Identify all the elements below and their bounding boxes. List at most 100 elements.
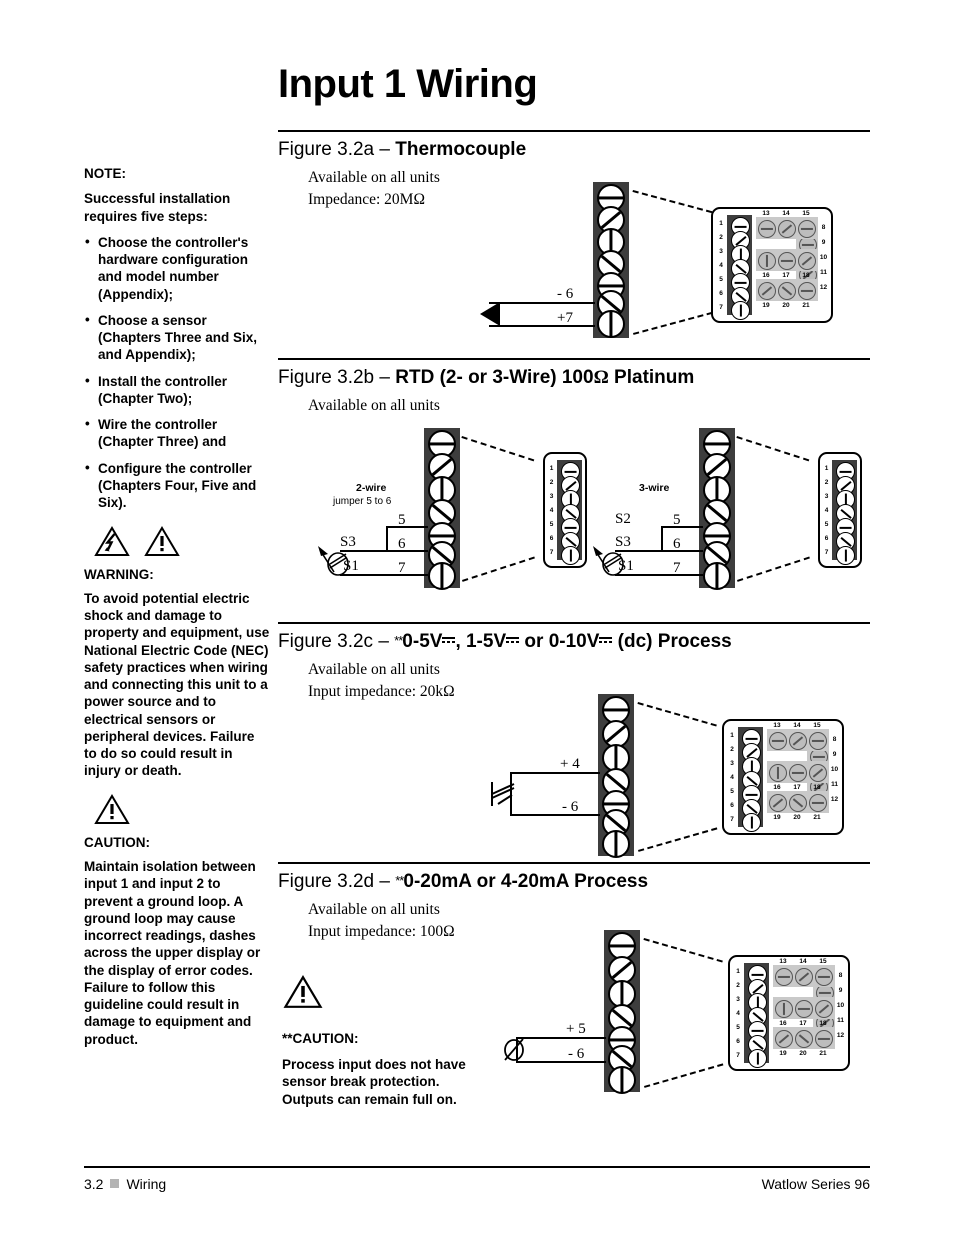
terminal-label-5: 5	[398, 512, 406, 528]
panel-terminal-number: 13	[779, 958, 787, 965]
panel-terminal-number: 9	[821, 239, 826, 246]
wire-label-positive: + 4	[560, 756, 580, 772]
panel-terminal-screw	[815, 1030, 833, 1048]
panel-terminal-number: 1	[736, 968, 740, 975]
panel-terminal-number: 10	[836, 1002, 845, 1009]
wire-lead-positive	[489, 325, 595, 327]
panel-terminal-number: 18	[813, 784, 821, 791]
controller-panel-3wire: 1 2 3 4 5 6 7	[818, 452, 862, 568]
figure-c-title-3: or 0-10V	[519, 631, 600, 652]
label-2wire-sub: jumper 5 to 6	[333, 496, 392, 507]
figure-a-label: Figure 3.2a –	[278, 139, 396, 160]
panel-terminal-screw	[795, 1000, 813, 1018]
panel-terminal-number: 2	[719, 234, 723, 241]
list-item: • Choose a sensor (Chapters Three and Si…	[84, 312, 270, 364]
figure-c-label: Figure 3.2c –	[278, 631, 395, 652]
panel-terminal-number: 2	[549, 479, 554, 486]
list-item: • Install the controller (Chapter Two);	[84, 373, 270, 408]
figure-b-heading: Figure 3.2b – RTD (2- or 3-Wire) 100Ω Pl…	[278, 367, 870, 389]
wire-t5	[386, 526, 428, 528]
panel-terminal-number: 18	[819, 1020, 827, 1027]
panel-terminal-screw	[836, 546, 855, 565]
footer-page-number: 3.2	[84, 1176, 104, 1192]
panel-terminal-number: 16	[762, 272, 770, 279]
panel-terminal-screw	[742, 813, 761, 832]
panel-terminal-screw	[798, 252, 816, 270]
panel-terminal-screw	[775, 1000, 793, 1018]
leader-line	[637, 702, 717, 727]
list-item: • Configure the controller (Chapters Fou…	[84, 460, 270, 512]
panel-terminal-screw	[809, 732, 827, 750]
controller-panel-figure-d: 1 2 3 4 5 6 7 8 9 10 11 12 13 14 15 16 17 18 19 20 21	[728, 955, 850, 1071]
panel-terminal-number: 8	[838, 972, 843, 979]
bullet-icon: •	[85, 311, 90, 327]
panel-terminal-number: 12	[836, 1032, 845, 1039]
controller-panel-2wire: 1 2 3 4 5 6 7	[543, 452, 587, 568]
panel-terminal-number: 5	[730, 788, 734, 795]
panel-terminal-number: 20	[799, 1050, 807, 1057]
panel-terminal-number: 13	[773, 722, 781, 729]
panel-terminal-number: 2	[824, 479, 829, 486]
panel-terminal-number: 17	[799, 1020, 807, 1027]
panel-terminal-screw	[789, 732, 807, 750]
bullet-icon: •	[85, 233, 90, 249]
wire-jumper-5-6	[386, 526, 388, 552]
panel-terminal-screw	[798, 282, 816, 300]
panel-terminal-screw	[789, 794, 807, 812]
figure-d-caution-block: **CAUTION: Process input does not have s…	[282, 1030, 482, 1108]
panel-terminal-number: 11	[820, 269, 827, 276]
panel-terminal-number: 20	[793, 814, 801, 821]
figure-d-caution-body: Process input does not have sensor break…	[282, 1056, 466, 1107]
wire-label-negative: - 6	[557, 286, 574, 302]
panel-terminal-number: 10	[830, 766, 839, 773]
panel-terminal-number: 4	[824, 507, 829, 514]
panel-terminal-number: 9	[838, 987, 843, 994]
warning-block: WARNING: To avoid potential electric sho…	[84, 566, 270, 780]
warning-body: To avoid potential electric shock and da…	[84, 590, 270, 779]
panel-terminal-number: 4	[736, 1010, 740, 1017]
panel-terminal-number: 13	[762, 210, 770, 217]
figure-d-title: 0-20mA or 4-20mA Process	[403, 871, 649, 892]
figure-d-caution-heading: **CAUTION:	[282, 1031, 359, 1046]
terminal-label-7: 7	[398, 560, 406, 576]
terminal-strip-2wire	[424, 428, 460, 590]
label-2wire-heading: 2-wire	[356, 482, 387, 494]
panel-terminal-number: 2	[736, 982, 740, 989]
wire-lead-negative	[489, 302, 595, 304]
panel-terminal-number: 6	[736, 1038, 740, 1045]
figure-c-line2: Input impedance: 20kΩ	[308, 683, 455, 701]
panel-terminal-block	[586, 524, 587, 546]
terminal-strip-3wire	[699, 428, 735, 590]
figure-c-title-2: , 1-5V	[455, 631, 507, 652]
figure-a-title: Thermocouple	[395, 139, 527, 160]
terminal-label-6: 6	[673, 536, 681, 552]
bullet-icon: •	[85, 372, 90, 388]
electric-shock-hazard-icon	[94, 525, 130, 556]
figure-c-heading: Figure 3.2c – **0-5V, 1-5V or 0-10V (dc)…	[278, 631, 870, 653]
panel-terminal-number: 11	[837, 1017, 844, 1024]
panel-terminal-block	[861, 494, 862, 516]
figure-a-line1: Available on all units	[308, 169, 440, 186]
panel-terminal-number: 3	[824, 493, 829, 500]
panel-terminal-screw	[758, 252, 776, 270]
panel-terminal-number: 8	[832, 736, 837, 743]
panel-terminal-number: 12	[819, 284, 828, 291]
panel-terminal-screw	[769, 794, 787, 812]
panel-terminal-screw	[809, 764, 827, 782]
figure-3-2c: Figure 3.2c – **0-5V, 1-5V or 0-10V (dc)…	[278, 622, 870, 704]
leader-line	[736, 436, 810, 462]
panel-terminal-number: 16	[773, 784, 781, 791]
panel-terminal-number: 11	[831, 781, 838, 788]
panel-terminal-number: 16	[779, 1020, 787, 1027]
divider	[278, 130, 870, 132]
voltage-source-icon	[491, 782, 515, 806]
panel-terminal-screw	[758, 282, 776, 300]
sensor-label-s2: S2	[615, 511, 631, 527]
panel-terminal-number: 14	[799, 958, 807, 965]
figure-d-heading: Figure 3.2d – **0-20mA or 4-20mA Process	[278, 871, 870, 893]
panel-terminal-screw	[775, 968, 793, 986]
panel-terminal-number: 17	[793, 784, 801, 791]
terminal-label-5: 5	[673, 512, 681, 528]
figure-3-2d: Figure 3.2d – **0-20mA or 4-20mA Process…	[278, 862, 870, 944]
leader-line	[638, 827, 718, 852]
